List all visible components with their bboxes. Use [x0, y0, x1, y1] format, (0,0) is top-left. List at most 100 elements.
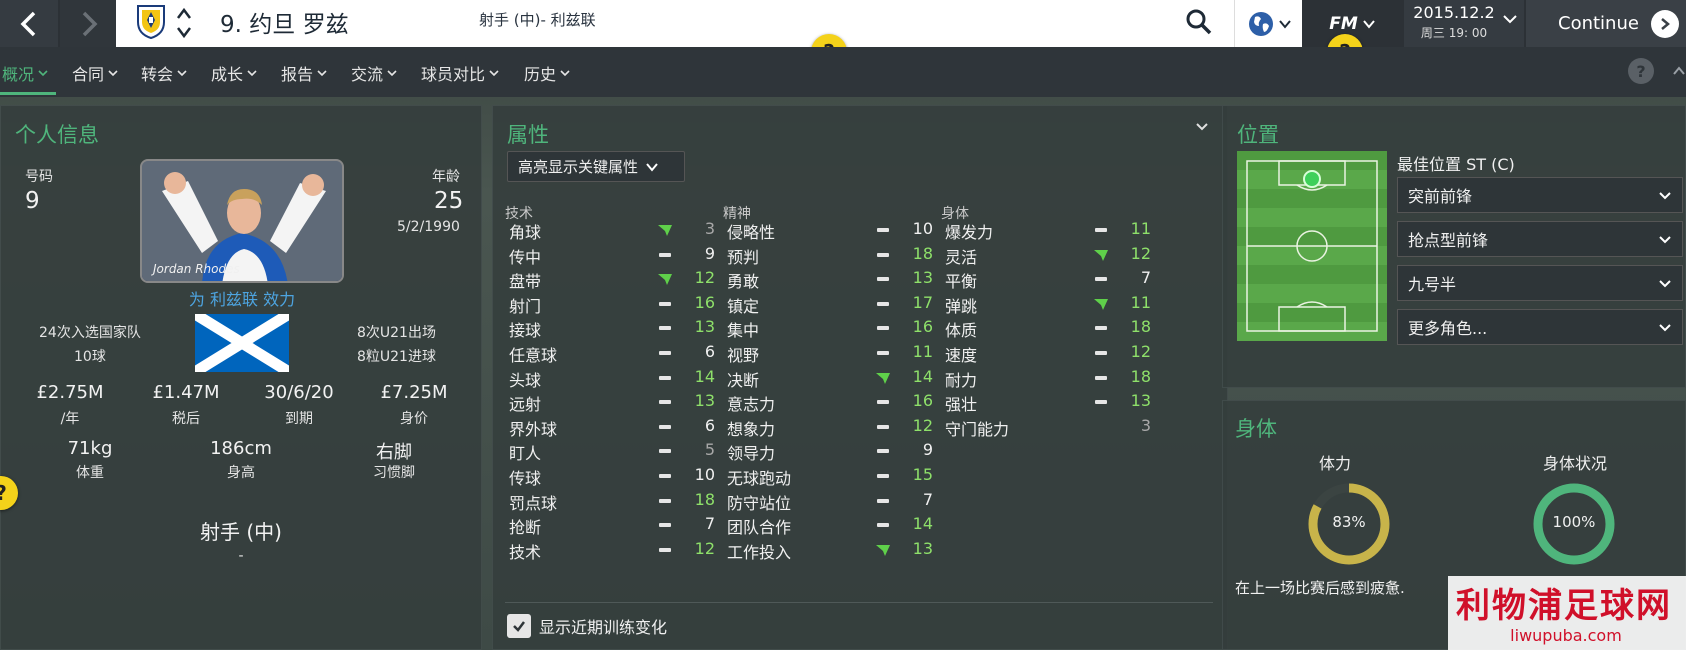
menu-item-transfer[interactable]: 转会 — [141, 61, 187, 85]
attribute-row[interactable]: 领导力 9 — [727, 440, 937, 464]
attribute-row[interactable]: 镇定 17 — [727, 293, 937, 317]
chevron-down-icon[interactable] — [1195, 120, 1209, 134]
attribute-row[interactable]: 侵略性 10 — [727, 219, 937, 243]
attribute-value: 16 — [912, 391, 933, 411]
role-dropdown[interactable]: 九号半 — [1397, 265, 1683, 301]
attribute-row[interactable]: 耐力 18 — [945, 367, 1155, 391]
trend-flat-icon — [877, 228, 889, 232]
player-title-bar: 9. 约旦 罗兹 射手 (中)- 利兹联 — [116, 0, 1302, 47]
attribute-row[interactable]: 防守站位 7 — [727, 490, 937, 514]
attribute-value: 12 — [1130, 342, 1151, 361]
more-roles-dropdown[interactable]: 更多角色... — [1397, 309, 1683, 345]
menu-item-label: 成长 — [211, 65, 244, 84]
attribute-name: 集中 — [727, 321, 760, 341]
attribute-value: 12 — [912, 415, 933, 435]
menu-item-history[interactable]: 历史 — [524, 61, 570, 85]
attribute-value: 12 — [1130, 243, 1151, 263]
menu-item-development[interactable]: 成长 — [211, 61, 257, 85]
menu-item-compare[interactable]: 球员对比 — [421, 61, 499, 85]
shirt-number: 9 — [25, 188, 40, 214]
forward-button[interactable] — [60, 0, 118, 47]
attribute-name: 界外球 — [509, 419, 558, 439]
attribute-row[interactable]: 抢断 7 — [509, 514, 719, 538]
plays-for-link[interactable]: 为 利兹联 效力 — [1, 286, 483, 310]
trend-flat-icon — [877, 498, 889, 503]
attribute-row[interactable]: 界外球 6 — [509, 416, 719, 440]
attribute-row[interactable]: 团队合作 14 — [727, 514, 937, 538]
attribute-row[interactable]: 罚点球 18 — [509, 490, 719, 514]
chevron-down-icon — [1659, 192, 1671, 200]
stamina-label: 体力 — [1319, 454, 1352, 473]
page-help-button[interactable]: ? — [1628, 58, 1654, 84]
menu-item-contract[interactable]: 合同 — [72, 61, 118, 85]
attribute-row[interactable]: 角球 3 — [509, 219, 719, 243]
back-button[interactable] — [0, 0, 58, 47]
attribute-row[interactable]: 传中 9 — [509, 244, 719, 268]
attribute-row[interactable]: 守门能力 3 — [945, 416, 1155, 440]
attribute-value: 18 — [912, 243, 933, 263]
attribute-row[interactable]: 任意球 6 — [509, 342, 719, 366]
menu-item-label: 球员对比 — [421, 65, 486, 84]
date-of-birth: 5/2/1990 — [397, 219, 460, 235]
attribute-row[interactable]: 想象力 12 — [727, 416, 937, 440]
role-dropdown[interactable]: 突前前锋 — [1397, 177, 1683, 213]
menu-item-label: 交流 — [351, 65, 384, 84]
attribute-value: 13 — [1130, 391, 1151, 411]
globe-icon — [1248, 11, 1273, 36]
attribute-row[interactable]: 技术 12 — [509, 539, 719, 563]
menu-item-overview[interactable]: 概况 — [2, 61, 48, 85]
date-box[interactable]: 2015.12.2 周三 19: 00 — [1404, 0, 1524, 47]
role-label: 突前前锋 — [1408, 187, 1473, 206]
panel-title: 位置 — [1237, 123, 1279, 147]
menu-item-interaction[interactable]: 交流 — [351, 61, 397, 85]
attribute-row[interactable]: 传球 10 — [509, 465, 719, 489]
attribute-value: 13 — [912, 268, 933, 288]
search-icon[interactable] — [1184, 7, 1214, 37]
attribute-row[interactable]: 速度 12 — [945, 342, 1155, 366]
attribute-row[interactable]: 强壮 13 — [945, 391, 1155, 415]
player-switch-icon[interactable] — [176, 6, 192, 40]
attribute-row[interactable]: 体质 18 — [945, 317, 1155, 341]
chevron-down-icon — [1659, 280, 1671, 288]
attribute-row[interactable]: 平衡 7 — [945, 268, 1155, 292]
attribute-name: 射门 — [509, 296, 542, 316]
attribute-row[interactable]: 集中 16 — [727, 317, 937, 341]
trend-flat-icon — [659, 523, 671, 528]
world-button[interactable] — [1234, 0, 1302, 47]
attribute-value: 14 — [912, 514, 933, 534]
club-crest-icon[interactable] — [136, 4, 166, 40]
attribute-row[interactable]: 盯人 5 — [509, 440, 719, 464]
attribute-row[interactable]: 爆发力 11 — [945, 219, 1155, 243]
show-training-changes-checkbox[interactable]: 显示近期训练变化 — [507, 614, 667, 638]
attribute-row[interactable]: 勇敢 13 — [727, 268, 937, 292]
trend-flat-icon — [659, 474, 671, 478]
attribute-row[interactable]: 意志力 16 — [727, 391, 937, 415]
attribute-row[interactable]: 决断 14 — [727, 367, 937, 391]
role-dropdown[interactable]: 抢点型前锋 — [1397, 221, 1683, 257]
attribute-row[interactable]: 无球跑动 15 — [727, 465, 937, 489]
menu-item-reports[interactable]: 报告 — [281, 61, 327, 85]
attribute-value: 14 — [912, 366, 933, 386]
attribute-value: 9 — [704, 243, 715, 263]
attribute-row[interactable]: 预判 18 — [727, 244, 937, 268]
attribute-value: 18 — [1130, 366, 1151, 386]
attribute-row[interactable]: 盘带 12 — [509, 268, 719, 292]
attribute-row[interactable]: 射门 16 — [509, 293, 719, 317]
attribute-row[interactable]: 灵活 12 — [945, 244, 1155, 268]
attribute-row[interactable]: 接球 13 — [509, 317, 719, 341]
attribute-row[interactable]: 弹跳 11 — [945, 293, 1155, 317]
trend-flat-icon — [1095, 375, 1107, 380]
attributes-panel: 属性 高亮显示关键属性 技术 角球 3 传中 9 盘带 12 射门 16 接球 13 任意球 6 头球 14… — [492, 105, 1228, 650]
attribute-row[interactable]: 视野 11 — [727, 342, 937, 366]
attribute-row[interactable]: 工作投入 13 — [727, 539, 937, 563]
scroll-up-icon[interactable] — [1672, 64, 1686, 78]
attribute-name: 领导力 — [727, 444, 776, 464]
trend-flat-icon — [877, 449, 889, 454]
attribute-row[interactable]: 头球 14 — [509, 367, 719, 391]
player-subtitle[interactable]: 射手 (中)- 利兹联 — [479, 9, 596, 30]
continue-button[interactable]: Continue — [1526, 0, 1686, 47]
attribute-row[interactable]: 远射 13 — [509, 391, 719, 415]
attribute-name: 传球 — [509, 469, 542, 488]
height-value: 186cm — [210, 438, 272, 459]
highlight-attributes-dropdown[interactable]: 高亮显示关键属性 — [507, 151, 685, 182]
